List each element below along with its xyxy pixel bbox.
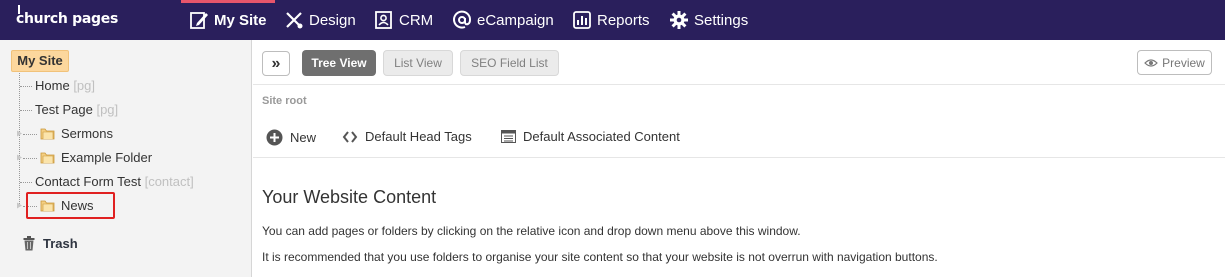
tree-item-test-page[interactable]: Test Page [pg] bbox=[35, 102, 118, 117]
tree-item-label: Test Page bbox=[35, 102, 93, 117]
expand-arrow-icon[interactable] bbox=[16, 130, 23, 137]
tab-tree-view[interactable]: Tree View bbox=[302, 50, 376, 76]
folder-icon bbox=[40, 128, 55, 140]
nav-label: Reports bbox=[597, 11, 650, 29]
top-nav-bar: church pages My Site Design CRM eCampaig… bbox=[0, 0, 1225, 40]
preview-label: Preview bbox=[1162, 55, 1205, 70]
tree-branch bbox=[20, 110, 32, 111]
help-paragraph: It is recommended that you use folders t… bbox=[262, 250, 938, 264]
tree-branch bbox=[20, 86, 32, 87]
default-head-tags-action[interactable]: Default Head Tags bbox=[342, 129, 472, 144]
tree-item-home[interactable]: Home [pg] bbox=[35, 78, 95, 93]
expand-sidebar-button[interactable]: » bbox=[262, 51, 290, 76]
bar-chart-icon bbox=[573, 11, 591, 29]
nav-item-reports[interactable]: Reports bbox=[572, 0, 650, 40]
code-brackets-icon bbox=[342, 130, 358, 143]
new-action[interactable]: New bbox=[266, 129, 316, 146]
nav-label: CRM bbox=[399, 11, 434, 29]
tree-branch bbox=[23, 158, 37, 159]
tab-seo-field-list[interactable]: SEO Field List bbox=[460, 50, 559, 76]
tree-item-example-folder[interactable]: Example Folder bbox=[61, 150, 152, 165]
tree-branch bbox=[23, 134, 37, 135]
trash-item[interactable]: Trash bbox=[22, 236, 78, 251]
news-highlight-box bbox=[26, 192, 115, 219]
at-sign-icon bbox=[453, 10, 472, 29]
tree-item-sermons[interactable]: Sermons bbox=[61, 126, 113, 141]
toolbar-divider bbox=[253, 84, 1225, 85]
preview-button[interactable]: Preview bbox=[1137, 50, 1212, 75]
action-label: Default Head Tags bbox=[365, 129, 472, 144]
main-panel: » Tree View List View SEO Field List Pre… bbox=[253, 40, 1225, 277]
content-title: Your Website Content bbox=[262, 187, 437, 207]
default-associated-content-action[interactable]: Default Associated Content bbox=[501, 129, 680, 144]
tree-branch bbox=[20, 182, 32, 183]
nav-label: My Site bbox=[214, 11, 267, 29]
contact-card-icon bbox=[375, 11, 392, 29]
expand-arrow-icon[interactable] bbox=[16, 202, 23, 209]
design-tools-icon bbox=[286, 12, 303, 29]
tab-list-view[interactable]: List View bbox=[383, 50, 453, 76]
app-logo[interactable]: church pages bbox=[16, 11, 118, 27]
breadcrumb: Site root bbox=[262, 95, 307, 107]
action-label: New bbox=[290, 130, 317, 145]
actions-divider bbox=[253, 157, 1225, 158]
nav-item-settings[interactable]: Settings bbox=[669, 0, 748, 40]
folder-icon bbox=[40, 152, 55, 164]
nav-item-design[interactable]: Design bbox=[284, 0, 356, 40]
edit-page-icon bbox=[190, 12, 208, 29]
nav-label: Settings bbox=[694, 11, 749, 29]
help-paragraph: You can add pages or folders by clicking… bbox=[262, 224, 801, 238]
site-tree-sidebar: My Site Home [pg] Test Page [pg] Sermons… bbox=[0, 40, 252, 277]
nav-label: eCampaign bbox=[477, 11, 554, 29]
gear-icon bbox=[670, 11, 688, 29]
trash-label: Trash bbox=[43, 236, 78, 251]
page-type-tag: [contact] bbox=[144, 174, 194, 189]
action-label: Default Associated Content bbox=[523, 129, 680, 144]
tree-item-label: Home bbox=[35, 78, 70, 93]
content-block-icon bbox=[501, 130, 516, 143]
tree-connector bbox=[19, 73, 20, 206]
nav-item-ecampaign[interactable]: eCampaign bbox=[452, 0, 554, 40]
tree-item-label: Contact Form Test bbox=[35, 174, 141, 189]
nav-item-crm[interactable]: CRM bbox=[374, 0, 433, 40]
plus-circle-icon bbox=[266, 129, 283, 146]
tree-root-my-site[interactable]: My Site bbox=[11, 50, 69, 72]
page-type-tag: [pg] bbox=[96, 102, 119, 117]
tree-item-contact-form-test[interactable]: Contact Form Test [contact] bbox=[35, 174, 194, 189]
page-type-tag: [pg] bbox=[73, 78, 95, 93]
nav-label: Design bbox=[309, 11, 356, 29]
double-chevron-right-icon: » bbox=[271, 54, 281, 72]
expand-arrow-icon[interactable] bbox=[16, 154, 23, 161]
nav-item-my-site[interactable]: My Site bbox=[189, 0, 267, 40]
eye-icon bbox=[1144, 58, 1159, 67]
trash-can-icon bbox=[23, 236, 35, 251]
